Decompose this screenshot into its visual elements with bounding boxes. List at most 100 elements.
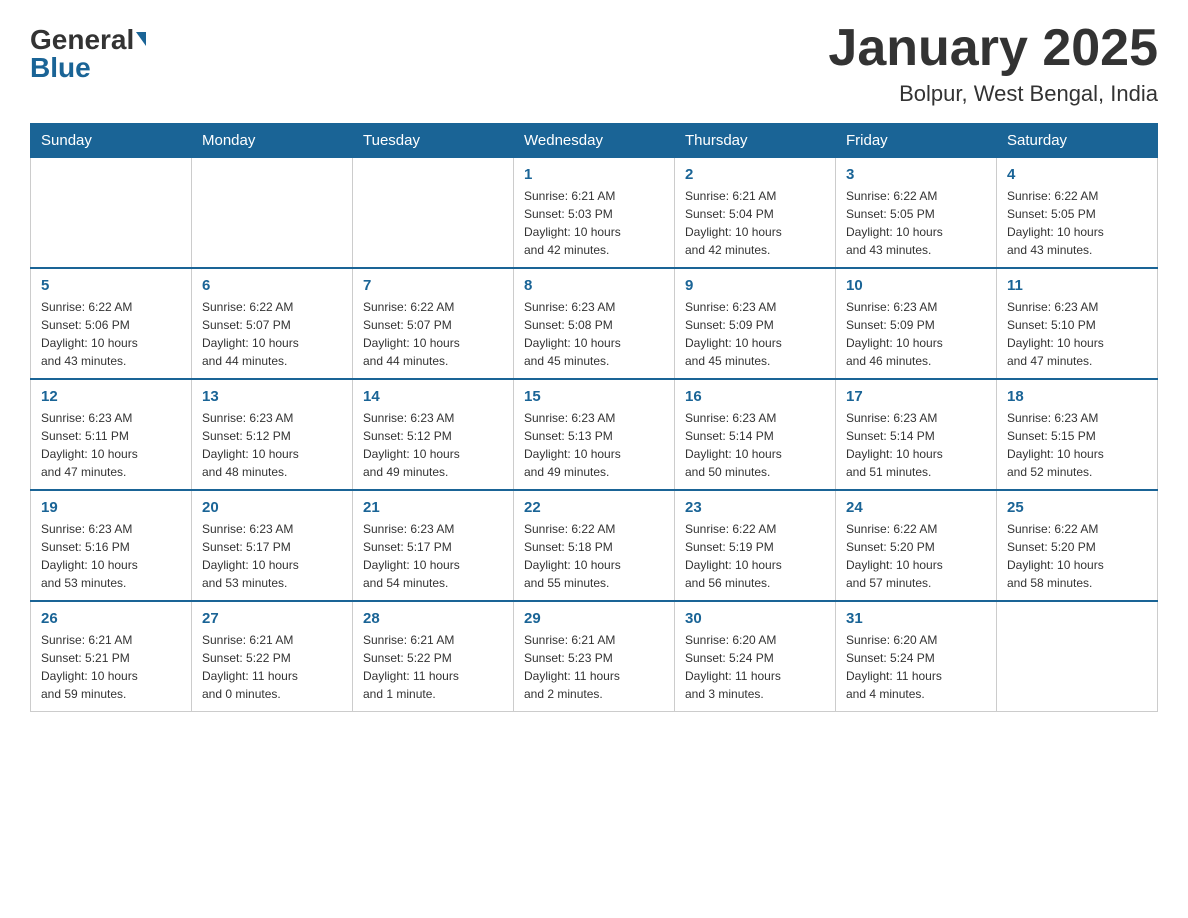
calendar-cell: 30 Sunrise: 6:20 AMSunset: 5:24 PMDayligh… <box>675 601 836 712</box>
calendar-cell: 3Sunrise: 6:22 AMSunset: 5:05 PMDaylight… <box>836 158 997 269</box>
day-info: Sunrise: 6:23 AMSunset: 5:14 PMDaylight:… <box>846 409 986 481</box>
calendar-cell: 24 Sunrise: 6:22 AMSunset: 5:20 PMDayligh… <box>836 490 997 601</box>
day-number: 24 <box>846 499 986 516</box>
calendar-cell: 6Sunrise: 6:22 AMSunset: 5:07 PMDaylight… <box>192 268 353 379</box>
calendar-cell: 29 Sunrise: 6:21 AMSunset: 5:23 PMDayligh… <box>514 601 675 712</box>
day-info: Sunrise: 6:23 AMSunset: 5:16 PMDaylight:… <box>41 520 181 592</box>
day-info: Sunrise: 6:22 AMSunset: 5:05 PMDaylight:… <box>846 187 986 259</box>
calendar-cell: 16 Sunrise: 6:23 AMSunset: 5:14 PMDayligh… <box>675 379 836 490</box>
calendar-cell <box>353 158 514 269</box>
day-info: Sunrise: 6:22 AMSunset: 5:20 PMDaylight:… <box>1007 520 1147 592</box>
day-info: Sunrise: 6:21 AMSunset: 5:21 PMDaylight:… <box>41 631 181 703</box>
calendar-week-row: 26 Sunrise: 6:21 AMSunset: 5:21 PMDayligh… <box>31 601 1158 712</box>
calendar-cell: 21Sunrise: 6:23 AMSunset: 5:17 PMDayligh… <box>353 490 514 601</box>
header-saturday: Saturday <box>997 124 1158 158</box>
day-number: 4 <box>1007 166 1147 183</box>
day-number: 27 <box>202 610 342 627</box>
day-number: 14 <box>363 388 503 405</box>
day-number: 10 <box>846 277 986 294</box>
calendar-cell: 11Sunrise: 6:23 AMSunset: 5:10 PMDayligh… <box>997 268 1158 379</box>
day-number: 9 <box>685 277 825 294</box>
calendar-cell: 27 Sunrise: 6:21 AMSunset: 5:22 PMDayligh… <box>192 601 353 712</box>
day-number: 15 <box>524 388 664 405</box>
day-info: Sunrise: 6:23 AMSunset: 5:17 PMDaylight:… <box>202 520 342 592</box>
header-monday: Monday <box>192 124 353 158</box>
calendar-week-row: 19Sunrise: 6:23 AMSunset: 5:16 PMDayligh… <box>31 490 1158 601</box>
day-number: 11 <box>1007 277 1147 294</box>
day-number: 5 <box>41 277 181 294</box>
day-info: Sunrise: 6:23 AMSunset: 5:13 PMDaylight:… <box>524 409 664 481</box>
day-info: Sunrise: 6:23 AMSunset: 5:14 PMDaylight:… <box>685 409 825 481</box>
day-number: 12 <box>41 388 181 405</box>
day-info: Sunrise: 6:20 AMSunset: 5:24 PMDaylight:… <box>846 631 986 703</box>
calendar-table: SundayMondayTuesdayWednesdayThursdayFrid… <box>30 123 1158 712</box>
calendar-cell: 8Sunrise: 6:23 AMSunset: 5:08 PMDaylight… <box>514 268 675 379</box>
day-number: 30 <box>685 610 825 627</box>
day-number: 25 <box>1007 499 1147 516</box>
day-info: Sunrise: 6:21 AMSunset: 5:22 PMDaylight:… <box>363 631 503 703</box>
calendar-week-row: 5 Sunrise: 6:22 AMSunset: 5:06 PMDaylight… <box>31 268 1158 379</box>
day-number: 2 <box>685 166 825 183</box>
calendar-cell: 25 Sunrise: 6:22 AMSunset: 5:20 PMDayligh… <box>997 490 1158 601</box>
calendar-cell: 12 Sunrise: 6:23 AMSunset: 5:11 PMDayligh… <box>31 379 192 490</box>
day-info: Sunrise: 6:21 AMSunset: 5:22 PMDaylight:… <box>202 631 342 703</box>
calendar-cell: 13Sunrise: 6:23 AMSunset: 5:12 PMDayligh… <box>192 379 353 490</box>
day-number: 6 <box>202 277 342 294</box>
day-info: Sunrise: 6:22 AMSunset: 5:05 PMDaylight:… <box>1007 187 1147 259</box>
day-info: Sunrise: 6:22 AMSunset: 5:07 PMDaylight:… <box>363 298 503 370</box>
header-tuesday: Tuesday <box>353 124 514 158</box>
day-number: 22 <box>524 499 664 516</box>
day-number: 26 <box>41 610 181 627</box>
calendar-cell: 18Sunrise: 6:23 AMSunset: 5:15 PMDayligh… <box>997 379 1158 490</box>
calendar-cell: 4 Sunrise: 6:22 AMSunset: 5:05 PMDaylight… <box>997 158 1158 269</box>
calendar-week-row: 1 Sunrise: 6:21 AMSunset: 5:03 PMDaylight… <box>31 158 1158 269</box>
header-sunday: Sunday <box>31 124 192 158</box>
day-info: Sunrise: 6:22 AMSunset: 5:20 PMDaylight:… <box>846 520 986 592</box>
day-info: Sunrise: 6:23 AMSunset: 5:08 PMDaylight:… <box>524 298 664 370</box>
day-number: 23 <box>685 499 825 516</box>
calendar-cell: 19Sunrise: 6:23 AMSunset: 5:16 PMDayligh… <box>31 490 192 601</box>
header-friday: Friday <box>836 124 997 158</box>
calendar-cell: 14 Sunrise: 6:23 AMSunset: 5:12 PMDayligh… <box>353 379 514 490</box>
day-number: 17 <box>846 388 986 405</box>
month-year-title: January 2025 <box>828 20 1158 77</box>
day-info: Sunrise: 6:23 AMSunset: 5:09 PMDaylight:… <box>685 298 825 370</box>
calendar-header-row: SundayMondayTuesdayWednesdayThursdayFrid… <box>31 124 1158 158</box>
day-info: Sunrise: 6:23 AMSunset: 5:12 PMDaylight:… <box>202 409 342 481</box>
day-number: 29 <box>524 610 664 627</box>
day-info: Sunrise: 6:23 AMSunset: 5:17 PMDaylight:… <box>363 520 503 592</box>
calendar-cell: 1 Sunrise: 6:21 AMSunset: 5:03 PMDaylight… <box>514 158 675 269</box>
day-info: Sunrise: 6:21 AMSunset: 5:04 PMDaylight:… <box>685 187 825 259</box>
calendar-cell <box>997 601 1158 712</box>
logo-general-text: General <box>30 26 146 54</box>
page-header: General Blue January 2025 Bolpur, West B… <box>30 20 1158 107</box>
header-thursday: Thursday <box>675 124 836 158</box>
day-number: 16 <box>685 388 825 405</box>
calendar-cell: 15 Sunrise: 6:23 AMSunset: 5:13 PMDayligh… <box>514 379 675 490</box>
day-info: Sunrise: 6:20 AMSunset: 5:24 PMDaylight:… <box>685 631 825 703</box>
title-block: January 2025 Bolpur, West Bengal, India <box>828 20 1158 107</box>
day-info: Sunrise: 6:23 AMSunset: 5:12 PMDaylight:… <box>363 409 503 481</box>
day-number: 7 <box>363 277 503 294</box>
day-number: 31 <box>846 610 986 627</box>
calendar-cell: 17 Sunrise: 6:23 AMSunset: 5:14 PMDayligh… <box>836 379 997 490</box>
day-info: Sunrise: 6:22 AMSunset: 5:06 PMDaylight:… <box>41 298 181 370</box>
logo-blue-text: Blue <box>30 54 91 82</box>
day-number: 1 <box>524 166 664 183</box>
day-number: 20 <box>202 499 342 516</box>
day-info: Sunrise: 6:23 AMSunset: 5:09 PMDaylight:… <box>846 298 986 370</box>
header-wednesday: Wednesday <box>514 124 675 158</box>
logo: General Blue <box>30 20 146 82</box>
calendar-cell <box>192 158 353 269</box>
calendar-cell: 2 Sunrise: 6:21 AMSunset: 5:04 PMDaylight… <box>675 158 836 269</box>
calendar-cell: 22Sunrise: 6:22 AMSunset: 5:18 PMDayligh… <box>514 490 675 601</box>
day-info: Sunrise: 6:22 AMSunset: 5:19 PMDaylight:… <box>685 520 825 592</box>
day-info: Sunrise: 6:23 AMSunset: 5:11 PMDaylight:… <box>41 409 181 481</box>
day-number: 18 <box>1007 388 1147 405</box>
calendar-week-row: 12 Sunrise: 6:23 AMSunset: 5:11 PMDayligh… <box>31 379 1158 490</box>
location-subtitle: Bolpur, West Bengal, India <box>828 81 1158 107</box>
day-info: Sunrise: 6:21 AMSunset: 5:23 PMDaylight:… <box>524 631 664 703</box>
calendar-cell: 26 Sunrise: 6:21 AMSunset: 5:21 PMDayligh… <box>31 601 192 712</box>
day-info: Sunrise: 6:21 AMSunset: 5:03 PMDaylight:… <box>524 187 664 259</box>
calendar-cell: 31 Sunrise: 6:20 AMSunset: 5:24 PMDayligh… <box>836 601 997 712</box>
